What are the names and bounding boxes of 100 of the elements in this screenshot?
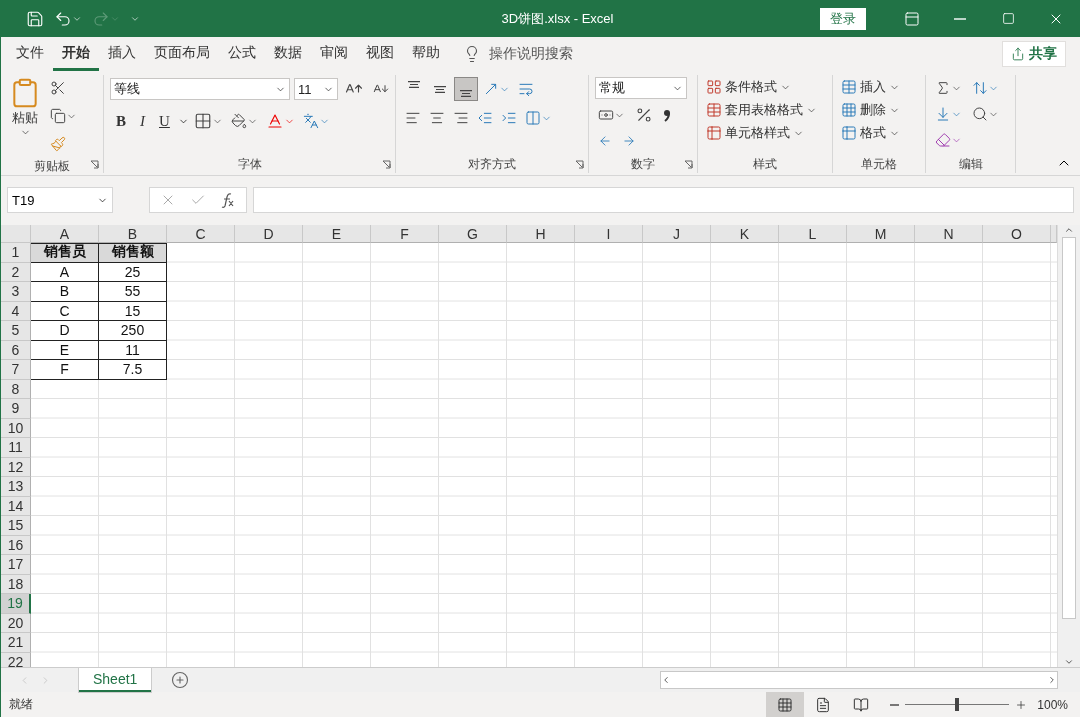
table-cell: C [31,301,99,321]
column-header[interactable]: D [235,225,303,243]
row-header[interactable]: 10 [1,418,31,438]
scroll-left-icon [661,675,671,685]
formula-input[interactable] [253,187,1074,213]
paste-button[interactable]: 粘贴 [7,77,43,155]
add-sheet-icon [171,671,190,689]
align-center-icon [429,110,445,126]
tell-me-search[interactable]: 操作说明搜索 [489,45,573,63]
row-header[interactable]: 20 [1,613,31,633]
indent-decrease-icon [477,110,493,126]
ribbon-tab[interactable]: 公式 [219,37,265,71]
ribbon-tab[interactable]: 帮助 [403,37,449,71]
dialog-launcher-icon[interactable] [382,160,391,169]
maximize-icon [1001,12,1015,25]
row-header[interactable]: 14 [1,496,31,516]
sigma-icon [935,80,951,96]
column-header[interactable]: B [99,225,167,243]
row-header[interactable]: 5 [1,321,31,341]
ribbon-tab[interactable]: 页面布局 [145,37,219,71]
group-label: 数字 [631,156,655,173]
row-header[interactable]: 17 [1,555,31,575]
row-header[interactable]: 7 [1,360,31,380]
table-cell: 11 [99,340,167,360]
row-header[interactable]: 12 [1,457,31,477]
row-header[interactable]: 8 [1,379,31,399]
column-header[interactable]: G [439,225,507,243]
row-header[interactable]: 4 [1,301,31,321]
share-button[interactable]: 共享 [1002,41,1066,67]
font-size-field[interactable]: 11 [294,78,338,100]
cells-icon [841,102,857,118]
ribbon-tab[interactable]: 插入 [99,37,145,71]
zoom-level[interactable]: 100% [1037,697,1068,712]
column-header[interactable]: J [643,225,711,243]
column-header[interactable]: O [983,225,1051,243]
name-box[interactable]: T19 [7,187,113,213]
scrollbar-thumb[interactable] [1062,237,1076,619]
styles-menu-button[interactable]: 单元格样式 [704,123,819,143]
sign-in-button[interactable]: 登录 [820,7,866,30]
column-header[interactable]: N [915,225,983,243]
table-cell: E [31,340,99,360]
row-header[interactable]: 19 [1,594,31,614]
column-header[interactable]: E [303,225,371,243]
column-header[interactable]: H [507,225,575,243]
number-format-field[interactable]: 常规 [595,77,687,99]
dialog-launcher-icon[interactable] [575,160,584,169]
column-header[interactable]: K [711,225,779,243]
styles-menu-button[interactable]: 条件格式 [704,77,819,97]
row-header[interactable]: 3 [1,282,31,302]
column-header[interactable]: F [371,225,439,243]
view-button[interactable] [766,692,805,717]
merge-icon [525,110,541,126]
row-header[interactable]: 6 [1,340,31,360]
fill-down-icon [935,106,951,122]
column-header[interactable]: I [575,225,643,243]
underline-button[interactable]: U [153,112,176,130]
table-cell: 25 [99,262,167,282]
dialog-launcher-icon[interactable] [684,160,693,169]
column-header[interactable]: L [779,225,847,243]
row-header[interactable]: 16 [1,535,31,555]
row-header[interactable]: 21 [1,633,31,653]
ribbon-tab[interactable]: 文件 [7,37,53,71]
styles-menu-button[interactable]: 套用表格格式 [704,100,819,120]
dialog-launcher-icon[interactable] [90,160,99,169]
row-header[interactable]: 11 [1,438,31,458]
wrap-text-icon [518,81,534,97]
table-cell: F [31,360,99,380]
group-label: 单元格 [861,156,897,173]
column-header[interactable]: M [847,225,915,243]
row-header[interactable]: 13 [1,477,31,497]
column-header[interactable]: A [31,225,99,243]
column-header[interactable]: C [167,225,235,243]
orientation-icon [483,81,499,97]
row-header[interactable]: 1 [1,243,31,263]
ribbon-tab[interactable]: 开始 [53,37,99,71]
row-header[interactable]: 9 [1,399,31,419]
search-icon [972,106,988,122]
minimize-icon [954,17,966,20]
row-header[interactable]: 18 [1,574,31,594]
comma-icon [663,108,671,122]
font-name-field[interactable]: 等线 [110,78,290,100]
ribbon-tab[interactable]: 审阅 [311,37,357,71]
cells-menu-button[interactable]: 格式 [839,123,902,143]
group-label: 字体 [237,156,262,173]
vertical-align-button[interactable] [454,77,478,101]
ribbon-display-icon [904,10,920,27]
row-header[interactable]: 15 [1,516,31,536]
cells-menu-button[interactable]: 插入 [839,77,902,97]
ribbon-tab[interactable]: 数据 [265,37,311,71]
sheet-tab[interactable]: Sheet1 [79,668,152,692]
bold-button[interactable]: B [110,112,132,130]
row-header[interactable]: 2 [1,262,31,282]
horizontal-scrollbar[interactable] [660,671,1058,689]
redo-icon [92,9,110,28]
ribbon-tab[interactable]: 视图 [357,37,403,71]
italic-button[interactable]: I [134,112,151,130]
status-text: 就绪 [9,696,33,713]
cells-menu-button[interactable]: 删除 [839,100,902,120]
scroll-down-icon [1064,657,1074,667]
function-icon[interactable] [220,192,236,208]
